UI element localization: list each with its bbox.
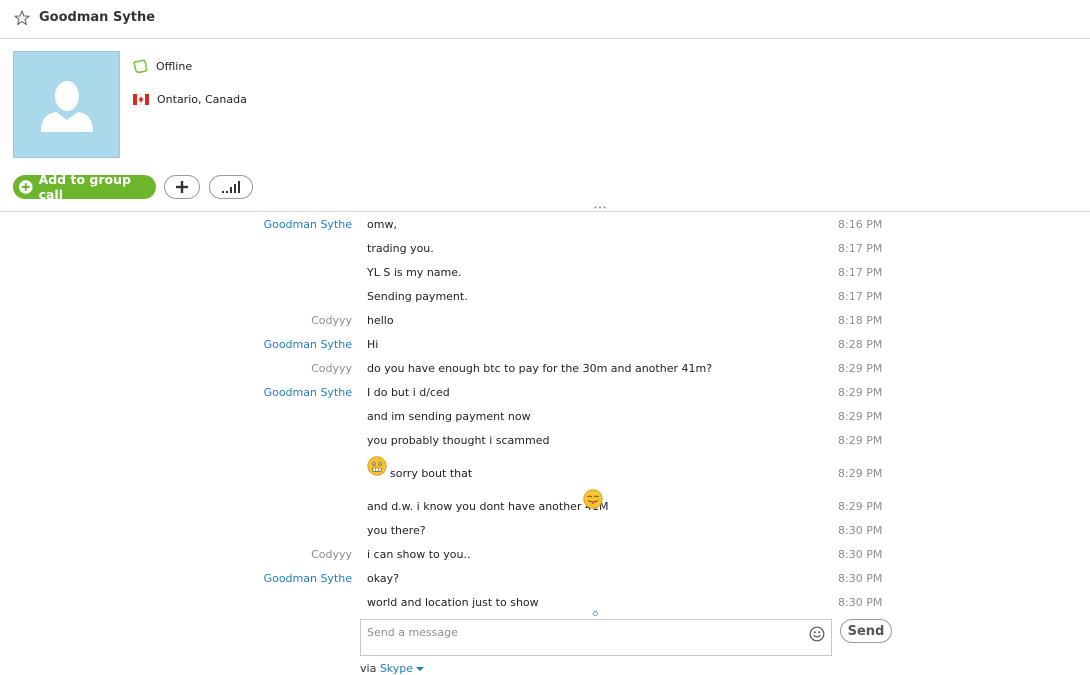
- message-text: and d.w. i know you dont have another 41…: [367, 500, 609, 513]
- message-text: world and location just to show: [367, 596, 539, 609]
- message-row: you probably thought i scammed 8:29 PM: [0, 428, 1090, 452]
- default-avatar-icon: [41, 81, 93, 132]
- add-button[interactable]: [164, 175, 200, 199]
- message-input[interactable]: [367, 624, 797, 640]
- message-sender[interactable]: Codyyy: [311, 314, 352, 327]
- message-time: 8:28 PM: [838, 338, 883, 351]
- message-time: 8:29 PM: [838, 386, 883, 399]
- message-sender[interactable]: Goodman Sythe: [264, 218, 352, 231]
- message-row: Codyyy do you have enough btc to pay for…: [0, 356, 1090, 380]
- message-text: omw,: [367, 218, 397, 231]
- message-row: Goodman Sythe omw, 8:16 PM: [0, 212, 1090, 236]
- message-row: trading you. 8:17 PM: [0, 236, 1090, 260]
- message-list[interactable]: Goodman Sythe omw, 8:16 PM trading you. …: [0, 212, 1090, 612]
- plus-icon: [176, 181, 188, 193]
- status-text: Offline: [156, 59, 193, 73]
- canada-flag-icon: [133, 93, 149, 105]
- via-service-selector: via Skype: [360, 662, 425, 675]
- message-sender[interactable]: Goodman Sythe: [264, 572, 352, 585]
- message-compose-box[interactable]: [360, 619, 832, 656]
- message-text: okay?: [367, 572, 399, 585]
- smiley-icon[interactable]: [809, 626, 825, 642]
- message-row: Goodman Sythe I do but i d/ced 8:29 PM: [0, 380, 1090, 404]
- send-button[interactable]: Send: [840, 619, 892, 643]
- message-text: YL S is my name.: [367, 266, 462, 279]
- message-text: hello: [367, 314, 394, 327]
- message-time: 8:17 PM: [838, 242, 883, 255]
- nervous-emoji: [367, 456, 387, 476]
- message-time: 8:29 PM: [838, 434, 883, 447]
- message-time: 8:30 PM: [838, 548, 883, 561]
- message-time: 8:18 PM: [838, 314, 883, 327]
- via-label: via: [360, 662, 377, 675]
- message-sender[interactable]: Codyyy: [311, 548, 352, 561]
- plus-icon: [19, 180, 33, 194]
- message-sender[interactable]: Codyyy: [311, 362, 352, 375]
- status-row: Offline: [133, 58, 192, 74]
- chevron-down-icon: [416, 667, 425, 671]
- message-row: Codyyy hello 8:18 PM: [0, 308, 1090, 332]
- tongue-emoji: [583, 489, 603, 509]
- message-text: you probably thought i scammed: [367, 434, 550, 447]
- message-time: 8:29 PM: [838, 500, 883, 513]
- call-quality-icon: [222, 181, 240, 193]
- message-time: 8:16 PM: [838, 218, 883, 231]
- message-text: Hi: [367, 338, 379, 351]
- message-sender[interactable]: Goodman Sythe: [264, 338, 352, 351]
- message-time: 8:29 PM: [838, 467, 883, 480]
- offline-status-icon: [133, 59, 148, 73]
- message-text: I do but i d/ced: [367, 386, 450, 399]
- message-text: do you have enough btc to pay for the 30…: [367, 362, 713, 375]
- message-time: 8:30 PM: [838, 524, 883, 537]
- location-row: Ontario, Canada: [133, 91, 247, 107]
- call-quality-button[interactable]: [209, 175, 253, 199]
- message-text: and im sending payment now: [367, 410, 531, 423]
- message-time: 8:30 PM: [838, 596, 883, 609]
- message-sender[interactable]: Goodman Sythe: [264, 386, 352, 399]
- add-to-group-call-label: Add to group call: [38, 172, 131, 202]
- message-row: world and location just to show 8:30 PM: [0, 590, 1090, 614]
- message-text: you there?: [367, 524, 426, 537]
- scroll-indicator[interactable]: [593, 611, 598, 616]
- resize-handle[interactable]: [594, 206, 606, 209]
- service-selector[interactable]: Skype: [379, 662, 425, 675]
- message-text: i can show to you..: [367, 548, 471, 561]
- message-row: sorry bout that 8:29 PM: [0, 456, 1090, 485]
- message-time: 8:17 PM: [838, 290, 883, 303]
- conversation-header: Goodman Sythe: [0, 0, 1090, 39]
- message-row: and im sending payment now 8:29 PM: [0, 404, 1090, 428]
- message-row: Goodman Sythe okay? 8:30 PM: [0, 566, 1090, 590]
- message-row: Codyyy i can show to you.. 8:30 PM: [0, 542, 1090, 566]
- message-text: Sending payment.: [367, 290, 468, 303]
- message-time: 8:29 PM: [838, 410, 883, 423]
- avatar[interactable]: [13, 51, 120, 158]
- message-time: 8:17 PM: [838, 266, 883, 279]
- message-time: 8:30 PM: [838, 572, 883, 585]
- location-text: Ontario, Canada: [157, 92, 247, 106]
- message-text: trading you.: [367, 242, 434, 255]
- message-row: Goodman Sythe Hi 8:28 PM: [0, 332, 1090, 356]
- message-row: and d.w. i know you dont have another 41…: [0, 489, 1090, 518]
- add-to-group-call-button[interactable]: Add to group call: [13, 172, 156, 202]
- contact-name: Goodman Sythe: [39, 10, 156, 25]
- star-icon[interactable]: [14, 10, 30, 26]
- service-name: Skype: [379, 662, 414, 675]
- message-row: YL S is my name. 8:17 PM: [0, 260, 1090, 284]
- message-row: Sending payment. 8:17 PM: [0, 284, 1090, 308]
- message-row: you there? 8:30 PM: [0, 518, 1090, 542]
- message-time: 8:29 PM: [838, 362, 883, 375]
- message-text: sorry bout that: [390, 467, 473, 480]
